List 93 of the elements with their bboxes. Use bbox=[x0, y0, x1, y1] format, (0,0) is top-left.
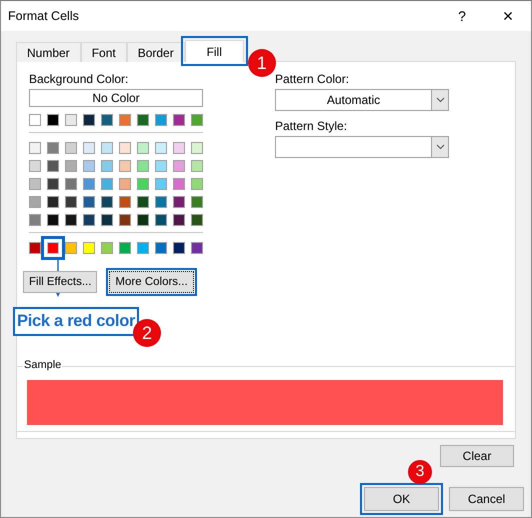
color-swatch[interactable] bbox=[119, 196, 131, 208]
color-swatch[interactable] bbox=[29, 214, 41, 226]
background-color-label: Background Color: bbox=[29, 72, 130, 86]
color-swatch[interactable] bbox=[155, 242, 167, 254]
color-swatch[interactable] bbox=[65, 242, 77, 254]
dialog-button[interactable]: Cancel bbox=[449, 487, 524, 511]
color-swatch[interactable] bbox=[137, 114, 149, 126]
step-badge: 2 bbox=[133, 319, 161, 347]
dialog-button[interactable]: More Colors... bbox=[109, 271, 194, 293]
color-swatch[interactable] bbox=[191, 178, 203, 190]
color-swatch[interactable] bbox=[137, 196, 149, 208]
color-swatch[interactable] bbox=[119, 178, 131, 190]
no-color-button[interactable]: No Color bbox=[29, 89, 203, 107]
color-swatch[interactable] bbox=[191, 160, 203, 172]
color-swatch[interactable] bbox=[173, 142, 185, 154]
color-swatch[interactable] bbox=[101, 114, 113, 126]
color-swatch[interactable] bbox=[137, 242, 149, 254]
color-swatch[interactable] bbox=[155, 160, 167, 172]
color-swatch[interactable] bbox=[29, 114, 41, 126]
color-swatch[interactable] bbox=[191, 214, 203, 226]
color-swatch[interactable] bbox=[65, 160, 77, 172]
sample-label: Sample bbox=[23, 359, 62, 371]
color-swatch[interactable] bbox=[47, 214, 59, 226]
dialog-button[interactable]: OK bbox=[360, 483, 443, 515]
color-swatch[interactable] bbox=[101, 160, 113, 172]
color-swatch[interactable] bbox=[173, 114, 185, 126]
tab[interactable]: Border bbox=[126, 42, 185, 62]
pattern-style-label: Pattern Style: bbox=[275, 119, 348, 133]
color-swatch[interactable] bbox=[29, 242, 41, 254]
color-swatch[interactable] bbox=[173, 242, 185, 254]
color-swatch[interactable] bbox=[101, 142, 113, 154]
color-swatch[interactable] bbox=[155, 142, 167, 154]
color-swatch[interactable] bbox=[29, 142, 41, 154]
color-swatch[interactable] bbox=[155, 214, 167, 226]
color-swatch[interactable] bbox=[155, 114, 167, 126]
dialog-button[interactable]: Fill Effects... bbox=[23, 271, 98, 293]
color-swatch[interactable] bbox=[83, 142, 95, 154]
color-swatch[interactable] bbox=[137, 142, 149, 154]
clear-button[interactable]: Clear bbox=[440, 445, 514, 467]
pattern-style-dropdown[interactable] bbox=[275, 136, 449, 158]
step-badge: 3 bbox=[408, 460, 432, 484]
color-swatch[interactable] bbox=[65, 114, 77, 126]
chevron-icon bbox=[436, 97, 444, 103]
color-swatch[interactable] bbox=[173, 160, 185, 172]
tab[interactable]: Font bbox=[80, 42, 127, 62]
color-swatch[interactable] bbox=[119, 214, 131, 226]
callout-label: Pick a red color bbox=[13, 307, 140, 336]
color-swatch[interactable] bbox=[47, 142, 59, 154]
color-swatch[interactable] bbox=[119, 242, 131, 254]
window-title: Format Cells bbox=[7, 9, 80, 23]
color-swatch[interactable] bbox=[47, 178, 59, 190]
color-swatch[interactable] bbox=[137, 178, 149, 190]
color-swatch[interactable] bbox=[191, 242, 203, 254]
color-swatch[interactable] bbox=[83, 178, 95, 190]
color-swatch[interactable] bbox=[47, 196, 59, 208]
color-swatch[interactable] bbox=[83, 160, 95, 172]
color-swatch[interactable] bbox=[83, 196, 95, 208]
color-swatch[interactable] bbox=[119, 142, 131, 154]
close-button[interactable]: × bbox=[485, 1, 531, 31]
chevron-icon bbox=[436, 144, 444, 150]
color-swatch[interactable] bbox=[155, 196, 167, 208]
color-swatch[interactable] bbox=[29, 160, 41, 172]
color-swatch[interactable] bbox=[29, 196, 41, 208]
color-swatch[interactable] bbox=[101, 178, 113, 190]
color-swatch[interactable] bbox=[173, 214, 185, 226]
pattern-color-label: Pattern Color: bbox=[275, 72, 350, 86]
color-swatch[interactable] bbox=[65, 196, 77, 208]
color-swatch[interactable] bbox=[191, 114, 203, 126]
help-button[interactable]: ? bbox=[439, 1, 485, 31]
color-swatch[interactable] bbox=[173, 196, 185, 208]
color-swatch[interactable] bbox=[83, 242, 95, 254]
color-swatch[interactable] bbox=[137, 160, 149, 172]
color-swatch[interactable] bbox=[47, 114, 59, 126]
color-swatch[interactable] bbox=[41, 236, 65, 260]
color-swatch[interactable] bbox=[101, 214, 113, 226]
color-swatch[interactable] bbox=[65, 142, 77, 154]
color-swatch[interactable] bbox=[101, 196, 113, 208]
color-swatch[interactable] bbox=[155, 178, 167, 190]
color-swatch[interactable] bbox=[65, 178, 77, 190]
color-swatch[interactable] bbox=[83, 214, 95, 226]
pattern-color-dropdown[interactable]: Automatic bbox=[275, 89, 449, 111]
color-swatch[interactable] bbox=[173, 178, 185, 190]
tab[interactable]: Number bbox=[16, 42, 81, 62]
color-swatch[interactable] bbox=[47, 160, 59, 172]
color-swatch[interactable] bbox=[101, 242, 113, 254]
color-swatch[interactable] bbox=[29, 178, 41, 190]
color-swatch[interactable] bbox=[65, 214, 77, 226]
color-swatch[interactable] bbox=[137, 214, 149, 226]
color-swatch[interactable] bbox=[119, 160, 131, 172]
color-swatch[interactable] bbox=[119, 114, 131, 126]
color-swatch[interactable] bbox=[83, 114, 95, 126]
color-swatch[interactable] bbox=[191, 142, 203, 154]
color-swatch[interactable] bbox=[191, 196, 203, 208]
